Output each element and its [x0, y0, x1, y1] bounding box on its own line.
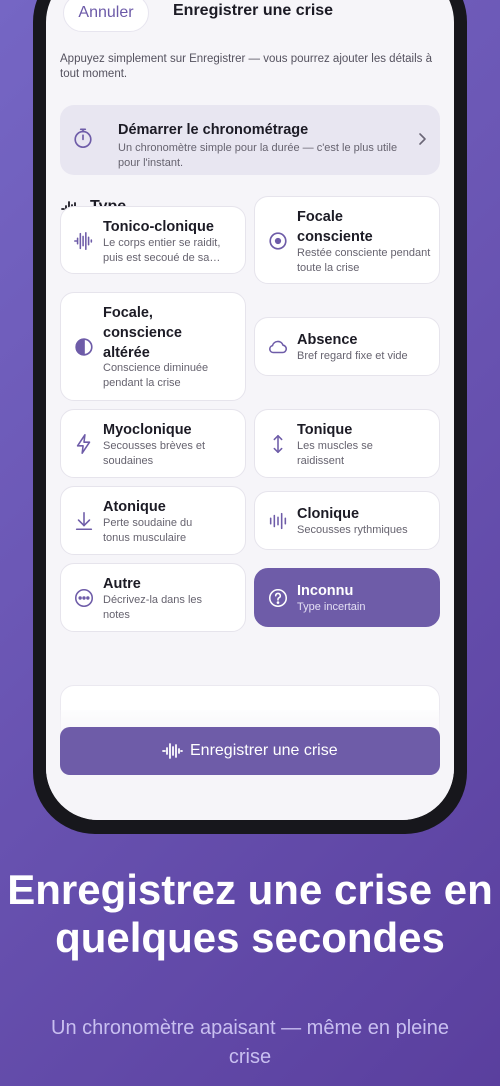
- top-bar: Annuler Enregistrer une crise: [46, 0, 454, 34]
- seizure-wave-icon: [74, 231, 93, 251]
- type-card-myoclonique[interactable]: Myoclonique Secousses brèves et soudaine…: [60, 409, 246, 478]
- type-card-inconnu[interactable]: Inconnu Type incertain: [254, 568, 440, 627]
- half-circle-icon: [75, 338, 93, 356]
- type-card-title: Absence: [297, 332, 358, 348]
- record-seizure-button[interactable]: Enregistrer une crise: [60, 727, 440, 775]
- type-card-desc: Décrivez-la dans les notes: [103, 594, 203, 621]
- marketing-subline: Un chronomètre apaisant — même en pleine…: [51, 1017, 449, 1068]
- type-card-desc: Conscience diminuée pendant la crise: [103, 362, 209, 389]
- type-card-tonique[interactable]: Tonique Les muscles se raidissent: [254, 409, 440, 478]
- screen-title: Enregistrer une crise: [173, 2, 334, 19]
- type-card-focale-alteree[interactable]: Focale, conscience altérée Conscience di…: [60, 292, 246, 401]
- type-card-tonico-clonique[interactable]: Tonico-clonique Le corps entier se raidi…: [60, 206, 246, 274]
- marketing-headline: Enregistrez une crise en quelques second…: [7, 866, 493, 961]
- type-card-title: Myoclonique: [103, 422, 192, 438]
- type-card-desc: Restée consciente pendant toute la crise: [297, 247, 431, 274]
- arrow-down-icon: [75, 511, 93, 531]
- hint-text: Appuyez simplement sur Enregistrer — vou…: [60, 53, 433, 80]
- type-card-title: Clonique: [297, 506, 360, 522]
- app-screen: Annuler Enregistrer une crise Appuyez si…: [46, 0, 454, 820]
- timer-title: Démarrer le chronométrage: [118, 122, 309, 138]
- lightning-icon: [76, 434, 91, 454]
- type-card-desc: Les muscles se raidissent: [297, 440, 373, 467]
- type-card-desc: Secousses rythmiques: [297, 524, 408, 536]
- vertical-arrows-icon: [273, 434, 283, 454]
- rhythm-bars-icon: [269, 512, 287, 530]
- target-icon: [269, 232, 287, 250]
- type-card-title: Tonico-clonique: [103, 219, 214, 235]
- type-card-desc: Le corps entier se raidit, puis est seco…: [103, 237, 221, 264]
- chevron-right-icon: [419, 133, 426, 145]
- cancel-button[interactable]: Annuler: [63, 0, 149, 32]
- type-card-autre[interactable]: Autre Décrivez-la dans les notes: [60, 563, 246, 632]
- start-timer-card[interactable]: Démarrer le chronométrage Un chronomètre…: [60, 105, 440, 175]
- type-card-desc: Secousses brèves et soudaines: [103, 440, 206, 467]
- type-card-title: Focale, conscience altérée: [103, 305, 182, 361]
- type-card-desc: Perte soudaine du tonus musculaire: [103, 517, 193, 544]
- record-button-label: Enregistrer une crise: [190, 742, 338, 759]
- type-card-clonique[interactable]: Clonique Secousses rythmiques: [254, 491, 440, 550]
- type-card-focale-consciente[interactable]: Focale consciente Restée consciente pend…: [254, 196, 440, 284]
- type-card-title: Tonique: [297, 422, 353, 438]
- timer-subtitle: Un chronomètre simple pour la durée — c'…: [118, 142, 398, 169]
- type-card-title: Focale consciente: [297, 209, 373, 245]
- type-card-desc: Type incertain: [297, 601, 366, 613]
- type-card-title: Atonique: [103, 499, 166, 515]
- type-card-title: Autre: [103, 576, 141, 592]
- waveform-icon: [162, 743, 183, 759]
- type-card-absence[interactable]: Absence Bref regard fixe et vide: [254, 317, 440, 376]
- more-dots-icon: [74, 588, 94, 608]
- stopwatch-icon: [74, 128, 92, 148]
- type-card-title: Inconnu: [297, 583, 354, 599]
- cloud-icon: [269, 340, 287, 354]
- question-icon: [268, 588, 288, 608]
- type-card-atonique[interactable]: Atonique Perte soudaine du tonus muscula…: [60, 486, 246, 555]
- type-card-desc: Bref regard fixe et vide: [297, 350, 408, 362]
